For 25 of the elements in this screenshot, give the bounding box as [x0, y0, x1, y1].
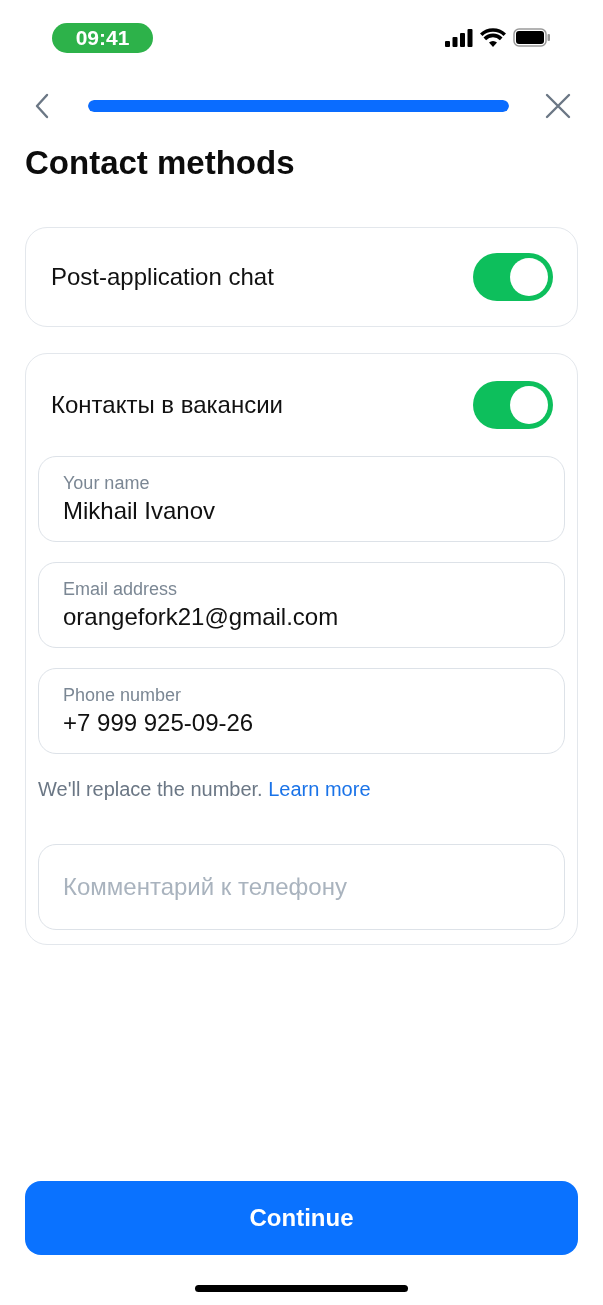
- signal-icon: [445, 28, 473, 47]
- toggle-switch[interactable]: [473, 381, 553, 429]
- field-label: Your name: [63, 472, 151, 495]
- field-value: orangefork21@gmail.com: [63, 602, 340, 632]
- battery-icon: [513, 28, 551, 47]
- toggle-switch[interactable]: [473, 253, 553, 301]
- field-value: +7 999 925-09-26: [63, 708, 255, 738]
- input-field[interactable]: Your name Mikhail Ivanov: [38, 456, 565, 542]
- comment-field[interactable]: Комментарий к телефону: [38, 844, 565, 930]
- setting-label: Post-application chat: [51, 262, 274, 292]
- page-title: Contact methods: [24, 143, 296, 183]
- continue-button[interactable]: Continue: [25, 1181, 578, 1255]
- field-label: Email address: [63, 578, 179, 601]
- input-field[interactable]: Email address orangefork21@gmail.com: [38, 562, 565, 648]
- learn-more-link[interactable]: Learn more: [268, 778, 371, 800]
- field-label: Phone number: [63, 684, 183, 707]
- time-pill: 09:41: [52, 22, 153, 53]
- chevron-left-icon: [35, 93, 49, 119]
- close-button[interactable]: [543, 91, 573, 121]
- close-icon: [545, 93, 571, 119]
- field-value: Mikhail Ivanov: [63, 496, 217, 526]
- hint-text: We'll replace the number. Learn more: [38, 777, 372, 802]
- input-field[interactable]: Phone number +7 999 925-09-26: [38, 668, 565, 754]
- setting-label: Контакты в вакансии: [51, 390, 284, 420]
- wifi-icon: [480, 28, 506, 47]
